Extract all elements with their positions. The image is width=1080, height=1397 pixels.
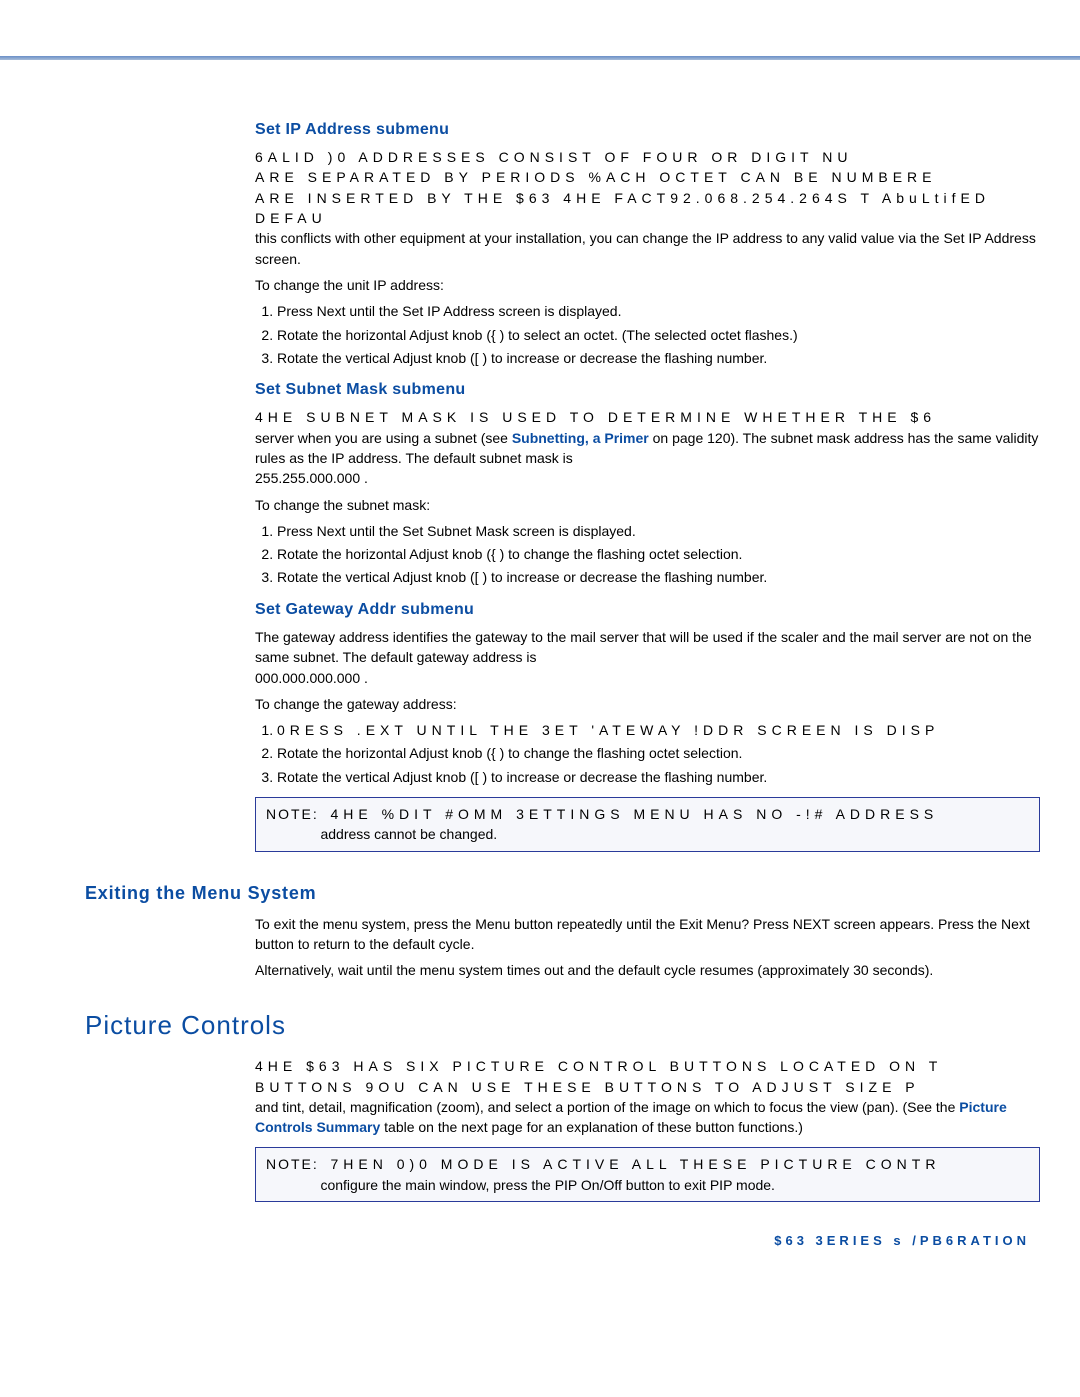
subnet-lead: To change the subnet mask: (255, 495, 1040, 515)
picture-note-line2: configure the main window, press the PIP… (320, 1177, 774, 1193)
subnet-default: 255.255.000.000 . (255, 470, 368, 486)
gateway-para: The gateway address identifies the gatew… (255, 627, 1040, 688)
subnet-step-3: Rotate the vertical Adjust knob ([ ) to … (277, 567, 1040, 587)
heading-subnet: Set Subnet Mask submenu (255, 378, 1040, 401)
ip-step-3: Rotate the vertical Adjust knob ([ ) to … (277, 348, 1040, 368)
ip-step-1: Press Next until the Set IP Address scre… (277, 301, 1040, 321)
ip-tail: this conflicts with other equipment at y… (255, 230, 1036, 266)
link-subnetting-primer[interactable]: Subnetting, a Primer (512, 430, 649, 446)
heading-gateway: Set Gateway Addr submenu (255, 598, 1040, 621)
gateway-step-3: Rotate the vertical Adjust knob ([ ) to … (277, 767, 1040, 787)
picture-note-line1: 7HEN 0)0 MODE IS ACTIVE ALL THESE PICTUR… (330, 1156, 940, 1172)
picture-note: NOTE: 7HEN 0)0 MODE IS ACTIVE ALL THESE … (255, 1147, 1040, 1202)
exit-p2: Alternatively, wait until the menu syste… (255, 960, 1040, 980)
picture-line1: 4HE $63 HAS SIX PICTURE CONTROL BUTTONS … (255, 1058, 942, 1074)
ip-line2: ARE SEPARATED BY PERIODS %ACH OCTET CAN … (255, 169, 937, 185)
page-footer: $63 3ERIES s /PB6RATION (255, 1232, 1040, 1251)
picture-line2: BUTTONS 9OU CAN USE THESE BUTTONS TO ADJ… (255, 1079, 920, 1095)
gateway-note: NOTE: 4HE %DIT #OMM 3ETTINGS MENU HAS NO… (255, 797, 1040, 852)
picture-tail-b: table on the next page for an explanatio… (380, 1119, 803, 1135)
note-label: NOTE: (266, 806, 319, 822)
ip-para-garbled: 6ALID )0 ADDRESSES CONSIST OF FOUR OR DI… (255, 147, 1040, 269)
gateway-step-2: Rotate the horizontal Adjust knob ({ ) t… (277, 743, 1040, 763)
heading-exit-menu: Exiting the Menu System (85, 880, 1040, 906)
subnet-step-2: Rotate the horizontal Adjust knob ({ ) t… (277, 544, 1040, 564)
heading-picture-controls: Picture Controls (85, 1007, 1040, 1045)
subnet-steps: Press Next until the Set Subnet Mask scr… (255, 521, 1040, 588)
subnet-para: 4HE SUBNET MASK IS USED TO DETERMINE WHE… (255, 407, 1040, 488)
page-body: Set IP Address submenu 6ALID )0 ADDRESSE… (0, 60, 1080, 1291)
subnet-tail-a: server when you are using a subnet (see (255, 430, 512, 446)
gateway-note-line2: address cannot be changed. (320, 826, 497, 842)
exit-p1a: To exit the menu system, press the Menu … (255, 916, 679, 932)
picture-tail-a: and tint, detail, magnification (zoom), … (255, 1099, 959, 1115)
subnet-step-1: Press Next until the Set Subnet Mask scr… (277, 521, 1040, 541)
ip-line3: ARE INSERTED BY THE $63 4HE FACT92.068.2… (255, 190, 990, 226)
gateway-text: The gateway address identifies the gatew… (255, 629, 1032, 665)
gateway-note-line1: 4HE %DIT #OMM 3ETTINGS MENU HAS NO -!# A… (330, 806, 938, 822)
subnet-line1: 4HE SUBNET MASK IS USED TO DETERMINE WHE… (255, 409, 936, 425)
ip-line1: 6ALID )0 ADDRESSES CONSIST OF FOUR OR DI… (255, 149, 852, 165)
ip-steps: Press Next until the Set IP Address scre… (255, 301, 1040, 368)
note-label-2: NOTE: (266, 1156, 319, 1172)
gateway-steps: 0RESS .EXT UNTIL THE 3ET 'ATEWAY !DDR SC… (255, 720, 1040, 787)
ip-step-2: Rotate the horizontal Adjust knob ({ ) t… (277, 325, 1040, 345)
gateway-step-1: 0RESS .EXT UNTIL THE 3ET 'ATEWAY !DDR SC… (277, 720, 1040, 740)
exit-p1b: Exit Menu? Press NEXT (679, 916, 830, 932)
ip-lead: To change the unit IP address: (255, 275, 1040, 295)
gateway-default: 000.000.000.000 . (255, 670, 368, 686)
gateway-lead: To change the gateway address: (255, 694, 1040, 714)
exit-p1: To exit the menu system, press the Menu … (255, 914, 1040, 955)
picture-para: 4HE $63 HAS SIX PICTURE CONTROL BUTTONS … (255, 1056, 1040, 1137)
heading-set-ip: Set IP Address submenu (255, 118, 1040, 141)
gateway-step-1-text: 0RESS .EXT UNTIL THE 3ET 'ATEWAY !DDR SC… (277, 722, 939, 738)
